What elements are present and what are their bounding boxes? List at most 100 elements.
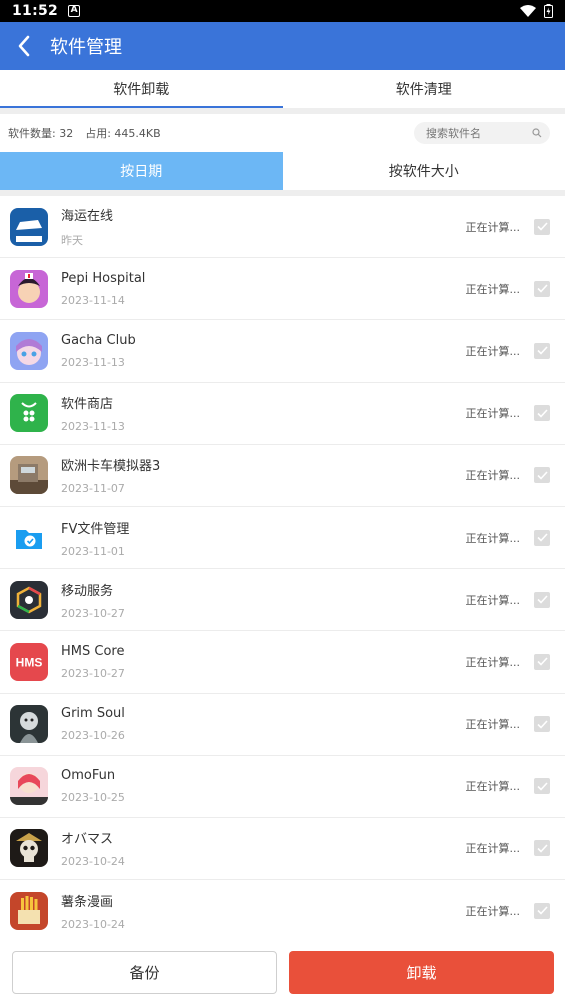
wifi-icon: [520, 5, 536, 17]
app-meta: 欧洲卡车模拟器3 2023-11-07: [61, 455, 160, 495]
truck-icon: [10, 456, 48, 495]
app-row[interactable]: 薯条漫画 2023-10-24 正在计算...: [0, 880, 565, 940]
backup-button[interactable]: 备份: [12, 950, 277, 994]
app-select-checkbox[interactable]: [534, 591, 550, 608]
back-arrow-icon: [18, 35, 30, 57]
sort-tabs: 按日期 按软件大小: [0, 152, 565, 190]
sort-by-size-tab[interactable]: 按软件大小: [282, 152, 565, 190]
check-icon: [536, 346, 548, 356]
app-meta: OmoFun 2023-10-25: [61, 768, 125, 804]
check-icon: [536, 284, 548, 293]
app-size-status: 正在计算...: [465, 842, 521, 856]
app-select-checkbox[interactable]: [534, 467, 550, 484]
app-size-status: 正在计算...: [465, 780, 521, 794]
app-select-checkbox[interactable]: [534, 653, 550, 670]
app-select-checkbox[interactable]: [534, 902, 550, 919]
app-row[interactable]: 软件商店 2023-11-13 正在计算...: [0, 383, 565, 445]
app-bar: 软件管理: [0, 22, 565, 70]
grim-icon: [10, 705, 48, 744]
app-select-checkbox[interactable]: [534, 529, 550, 546]
app-name: 薯条漫画: [61, 894, 114, 910]
check-icon: [536, 595, 548, 604]
app-name: 软件商店: [61, 397, 114, 413]
app-row[interactable]: FV文件管理 2023-11-01 正在计算...: [0, 507, 565, 570]
back-button[interactable]: [0, 22, 48, 70]
app-size-status: 正在计算...: [465, 407, 521, 421]
check-icon: [536, 533, 548, 542]
search-input[interactable]: [426, 126, 526, 140]
search-box[interactable]: [414, 122, 550, 144]
app-count: 软件数量: 32: [8, 127, 74, 140]
app-date: 2023-11-13: [61, 355, 125, 369]
service-icon: [10, 580, 48, 619]
hms-icon: HMS: [10, 642, 48, 681]
tab-uninstall[interactable]: 软件卸载: [0, 70, 283, 108]
app-row[interactable]: 移动服务 2023-10-27 正在计算...: [0, 569, 565, 632]
app-size-status: 正在计算...: [465, 718, 521, 732]
app-row[interactable]: Gacha Club 2023-11-13 正在计算...: [0, 320, 565, 383]
app-size-status: 正在计算...: [465, 344, 521, 358]
app-meta: オバマス 2023-10-24: [61, 828, 125, 868]
app-name: Grim Soul: [61, 706, 125, 722]
app-row[interactable]: OmoFun 2023-10-25 正在计算...: [0, 756, 565, 818]
uninstall-button[interactable]: 卸载: [289, 950, 554, 994]
app-date: 2023-10-27: [61, 606, 125, 620]
check-icon: [536, 222, 548, 231]
app-name: HMS Core: [61, 643, 125, 659]
gacha-icon: [10, 331, 48, 370]
app-row[interactable]: オバマス 2023-10-24 正在计算...: [0, 818, 565, 881]
tab-clean[interactable]: 软件清理: [283, 70, 565, 108]
status-bar: 11:52 A: [0, 0, 565, 22]
app-size-status: 正在计算...: [465, 469, 521, 483]
storage-used: 占用: 445.4KB: [85, 127, 161, 140]
app-name: 海运在线: [61, 209, 114, 225]
search-icon[interactable]: [532, 128, 542, 138]
page-title: 软件管理: [50, 37, 122, 58]
app-date: 昨天: [61, 234, 83, 248]
app-select-checkbox[interactable]: [534, 280, 550, 297]
app-date: 2023-10-24: [61, 855, 125, 869]
notification-a-icon: A: [68, 5, 81, 17]
app-row[interactable]: HMS HMS Core 2023-10-27 正在计算...: [0, 631, 565, 694]
sort-by-date-tab[interactable]: 按日期: [0, 152, 283, 190]
app-meta: HMS Core 2023-10-27: [61, 644, 125, 680]
info-bar: 软件数量: 32 占用: 445.4KB: [0, 114, 565, 152]
app-select-checkbox[interactable]: [534, 342, 550, 359]
app-select-checkbox[interactable]: [534, 778, 550, 795]
app-size-status: 正在计算...: [465, 593, 521, 607]
app-list: 海运在线昨天正在计算... Pepi Hospital 2023-11-14 正在计算…: [0, 196, 565, 940]
pepi-icon: [10, 269, 48, 308]
app-meta: 移动服务 2023-10-27: [61, 580, 125, 620]
app-meta: 软件商店 2023-11-13: [61, 393, 125, 433]
app-meta: FV文件管理 2023-11-01: [61, 518, 129, 558]
app-size-status: 正在计算...: [465, 904, 521, 918]
app-date: 2023-10-25: [61, 791, 125, 805]
check-icon: [536, 471, 548, 480]
app-select-checkbox[interactable]: [534, 840, 550, 857]
app-row[interactable]: 欧洲卡车模拟器3 2023-11-07 正在计算...: [0, 445, 565, 507]
status-time: 11:52: [12, 3, 59, 19]
app-meta: Gacha Club 2023-11-13: [61, 333, 136, 369]
app-row[interactable]: Pepi Hospital 2023-11-14 正在计算...: [0, 258, 565, 321]
app-select-checkbox[interactable]: [534, 716, 550, 733]
check-icon: [536, 720, 548, 729]
app-date: 2023-10-27: [61, 666, 125, 680]
svg-text:HMS: HMS: [16, 655, 43, 669]
skull-icon: [10, 829, 48, 868]
app-size-status: 正在计算...: [465, 282, 521, 296]
app-select-checkbox[interactable]: [534, 405, 550, 422]
app-date: 2023-11-13: [61, 420, 125, 434]
app-date: 2023-11-14: [61, 293, 125, 307]
app-date: 2023-10-24: [61, 917, 125, 931]
app-row[interactable]: Grim Soul 2023-10-26 正在计算...: [0, 694, 565, 756]
fries-icon: [10, 891, 48, 930]
app-row[interactable]: 海运在线 昨天 正在计算...: [0, 196, 565, 259]
bottom-action-bar: 备份 卸载: [0, 940, 565, 1004]
app-size-status: 正在计算...: [465, 655, 521, 669]
folder-icon: [10, 518, 48, 557]
app-select-checkbox[interactable]: [534, 218, 550, 235]
app-date: 2023-11-01: [61, 544, 125, 558]
app-name: Pepi Hospital: [61, 270, 146, 286]
check-icon: [536, 657, 548, 667]
app-meta: 薯条漫画 2023-10-24: [61, 891, 125, 931]
